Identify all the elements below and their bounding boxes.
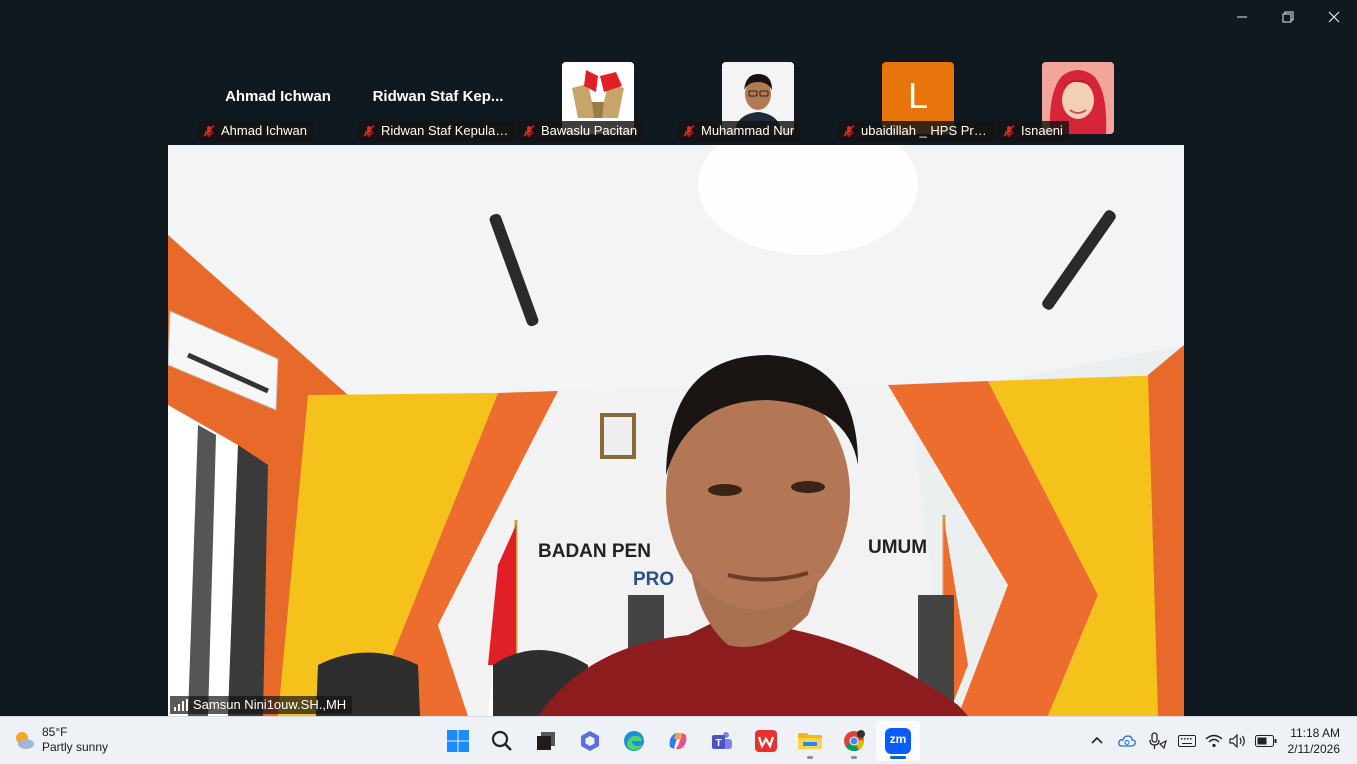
- task-view-icon: [537, 732, 555, 750]
- video-frame: BADAN PEN UMUM PRO: [168, 145, 1184, 716]
- participant-name-label: Muhammad Nur: [678, 121, 801, 141]
- minimize-button[interactable]: [1219, 0, 1265, 34]
- participant-tile[interactable]: Ridwan Staf Kep... Ridwan Staf Kepulaua.…: [358, 62, 518, 141]
- participant-tile[interactable]: Isnaeni: [998, 62, 1158, 141]
- mic-muted-icon: [523, 124, 535, 137]
- participant-tile[interactable]: L ubaidillah _ HPS Prob...: [838, 62, 998, 141]
- clock-time: 11:18 AM: [1290, 726, 1340, 740]
- active-indicator: [890, 756, 906, 759]
- participant-tile[interactable]: Muhammad Nur: [678, 62, 838, 141]
- participant-tile[interactable]: Bawaslu Pacitan: [518, 62, 678, 141]
- copilot-app-button[interactable]: [656, 721, 700, 761]
- zoom-meeting-window: Ahmad Ichwan Ahmad Ichwan Ridwan Staf Ke…: [0, 0, 1357, 764]
- file-explorer-icon: [798, 733, 822, 749]
- partly-sunny-icon: [16, 732, 34, 749]
- minimize-icon: [1237, 16, 1247, 18]
- participant-display-name: Ahmad Ichwan: [225, 88, 331, 105]
- weather-condition: Partly sunny: [42, 740, 109, 754]
- quick-settings-button[interactable]: [1202, 725, 1280, 757]
- close-button[interactable]: [1311, 0, 1357, 34]
- volume-icon: [1228, 734, 1245, 748]
- svg-text:T: T: [715, 738, 721, 749]
- weather-widget[interactable]: 85°F Partly sunny: [12, 725, 108, 755]
- task-view-button[interactable]: [524, 721, 568, 761]
- running-indicator: [851, 756, 857, 759]
- mic-muted-icon: [203, 124, 215, 137]
- system-tray: 11:18 AM 2/11/2026: [1082, 717, 1357, 764]
- start-icon: [447, 730, 469, 752]
- participant-name-label: Ridwan Staf Kepulaua...: [358, 121, 515, 141]
- restore-button[interactable]: [1265, 0, 1311, 34]
- weather-temp: 85°F: [42, 725, 68, 739]
- wall-text: PRO: [633, 569, 674, 590]
- wps-button[interactable]: [744, 721, 788, 761]
- edge-button[interactable]: [612, 721, 656, 761]
- teams-icon: T: [712, 732, 732, 749]
- cloud-sync-icon: [1117, 735, 1136, 747]
- wps-icon: [755, 730, 777, 752]
- chrome-icon: [844, 730, 865, 752]
- chevron-up-icon: [1090, 736, 1103, 744]
- running-indicator: [807, 756, 813, 759]
- active-speaker-label: Samsun Nini1ouw.SH.,MH: [170, 696, 353, 714]
- copilot-icon: [581, 731, 599, 751]
- windows-taskbar: 85°F Partly sunny T zm 11:18 AM 2/11/202…: [0, 716, 1357, 764]
- participant-name-label: Bawaslu Pacitan: [518, 121, 644, 141]
- connection-signal-icon: [174, 699, 188, 711]
- microphone-icon: [1148, 732, 1167, 750]
- restore-icon: [1282, 11, 1294, 23]
- taskbar-apps: T zm: [436, 721, 920, 761]
- keyboard-icon: [1177, 735, 1196, 747]
- zoom-button[interactable]: zm: [876, 721, 920, 761]
- keyboard-input-button[interactable]: [1172, 725, 1202, 757]
- mic-muted-icon: [363, 124, 375, 137]
- copilot-app-icon: [669, 733, 687, 749]
- show-hidden-icons-button[interactable]: [1082, 725, 1112, 757]
- participant-display-name: Ridwan Staf Kep...: [372, 88, 504, 105]
- clock[interactable]: 11:18 AM 2/11/2026: [1280, 725, 1357, 757]
- start-button[interactable]: [436, 721, 480, 761]
- microphone-in-use-button[interactable]: [1142, 725, 1172, 757]
- file-explorer-button[interactable]: [788, 721, 832, 761]
- active-speaker-video[interactable]: BADAN PEN UMUM PRO Samsun Nini1ouw.SH.,M…: [168, 145, 1184, 716]
- mic-muted-icon: [843, 124, 855, 137]
- chrome-button[interactable]: [832, 721, 876, 761]
- wall-text: UMUM: [868, 537, 927, 558]
- participant-name-label: Ahmad Ichwan: [198, 121, 313, 141]
- copilot-button[interactable]: [568, 721, 612, 761]
- clock-date: 2/11/2026: [1287, 742, 1341, 756]
- participant-tile[interactable]: Ahmad Ichwan Ahmad Ichwan: [198, 62, 358, 141]
- close-icon: [1328, 11, 1340, 23]
- mic-muted-icon: [1003, 124, 1015, 137]
- search-button[interactable]: [480, 721, 524, 761]
- mic-muted-icon: [683, 124, 695, 137]
- wifi-icon: [1205, 734, 1222, 748]
- wall-text: BADAN PEN: [538, 541, 651, 562]
- zoom-label: zm: [889, 732, 907, 746]
- participant-name-label: Isnaeni: [998, 121, 1069, 141]
- participant-name-label: ubaidillah _ HPS Prob...: [838, 121, 995, 141]
- battery-icon: [1254, 735, 1276, 747]
- window-controls: [1219, 0, 1357, 34]
- search-icon: [491, 730, 512, 751]
- teams-button[interactable]: T: [700, 721, 744, 761]
- edge-icon: [624, 731, 644, 751]
- onedrive-button[interactable]: [1112, 725, 1142, 757]
